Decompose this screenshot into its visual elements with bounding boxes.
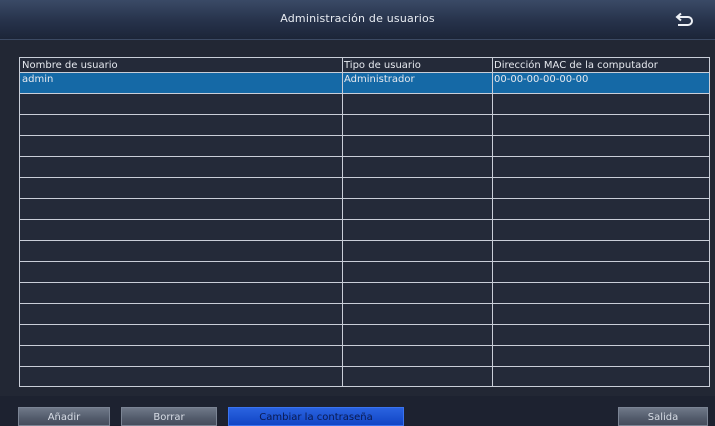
table-row-empty[interactable]	[20, 157, 709, 178]
delete-button[interactable]: Borrar	[121, 407, 217, 426]
table-row[interactable]: admin Administrador 00-00-00-00-00-00	[20, 73, 709, 94]
table-row-empty[interactable]	[20, 136, 709, 157]
cell-username: admin	[22, 74, 54, 85]
back-button[interactable]	[673, 10, 695, 30]
cell-user-type: Administrador	[344, 74, 415, 85]
table-row-empty[interactable]	[20, 367, 709, 386]
table-row-empty[interactable]	[20, 262, 709, 283]
table-row-empty[interactable]	[20, 304, 709, 325]
table-row-empty[interactable]	[20, 325, 709, 346]
table-row-empty[interactable]	[20, 115, 709, 136]
user-management-window: Administración de usuarios Nombre de usu…	[0, 0, 715, 426]
table-row-empty[interactable]	[20, 241, 709, 262]
table-row-empty[interactable]	[20, 346, 709, 367]
exit-button[interactable]: Salida	[618, 407, 708, 426]
table-row-empty[interactable]	[20, 283, 709, 304]
column-header-user-type[interactable]: Tipo de usuario	[342, 58, 492, 72]
column-header-username[interactable]: Nombre de usuario	[20, 58, 342, 72]
table-row-empty[interactable]	[20, 94, 709, 115]
users-table: Nombre de usuario Tipo de usuario Direcc…	[19, 57, 710, 387]
cell-mac-address: 00-00-00-00-00-00	[494, 74, 589, 85]
table-row-empty[interactable]	[20, 220, 709, 241]
title-bar: Administración de usuarios	[0, 0, 715, 40]
return-arrow-icon	[675, 12, 693, 26]
add-button[interactable]: Añadir	[18, 407, 110, 426]
column-divider	[342, 58, 343, 386]
table-row-empty[interactable]	[20, 199, 709, 220]
table-row-empty[interactable]	[20, 178, 709, 199]
table-header-row: Nombre de usuario Tipo de usuario Direcc…	[20, 58, 709, 73]
column-header-mac-address[interactable]: Dirección MAC de la computador	[492, 58, 709, 72]
window-title: Administración de usuarios	[280, 12, 435, 25]
change-password-button[interactable]: Cambiar la contraseña	[228, 407, 404, 426]
column-divider	[492, 58, 493, 386]
